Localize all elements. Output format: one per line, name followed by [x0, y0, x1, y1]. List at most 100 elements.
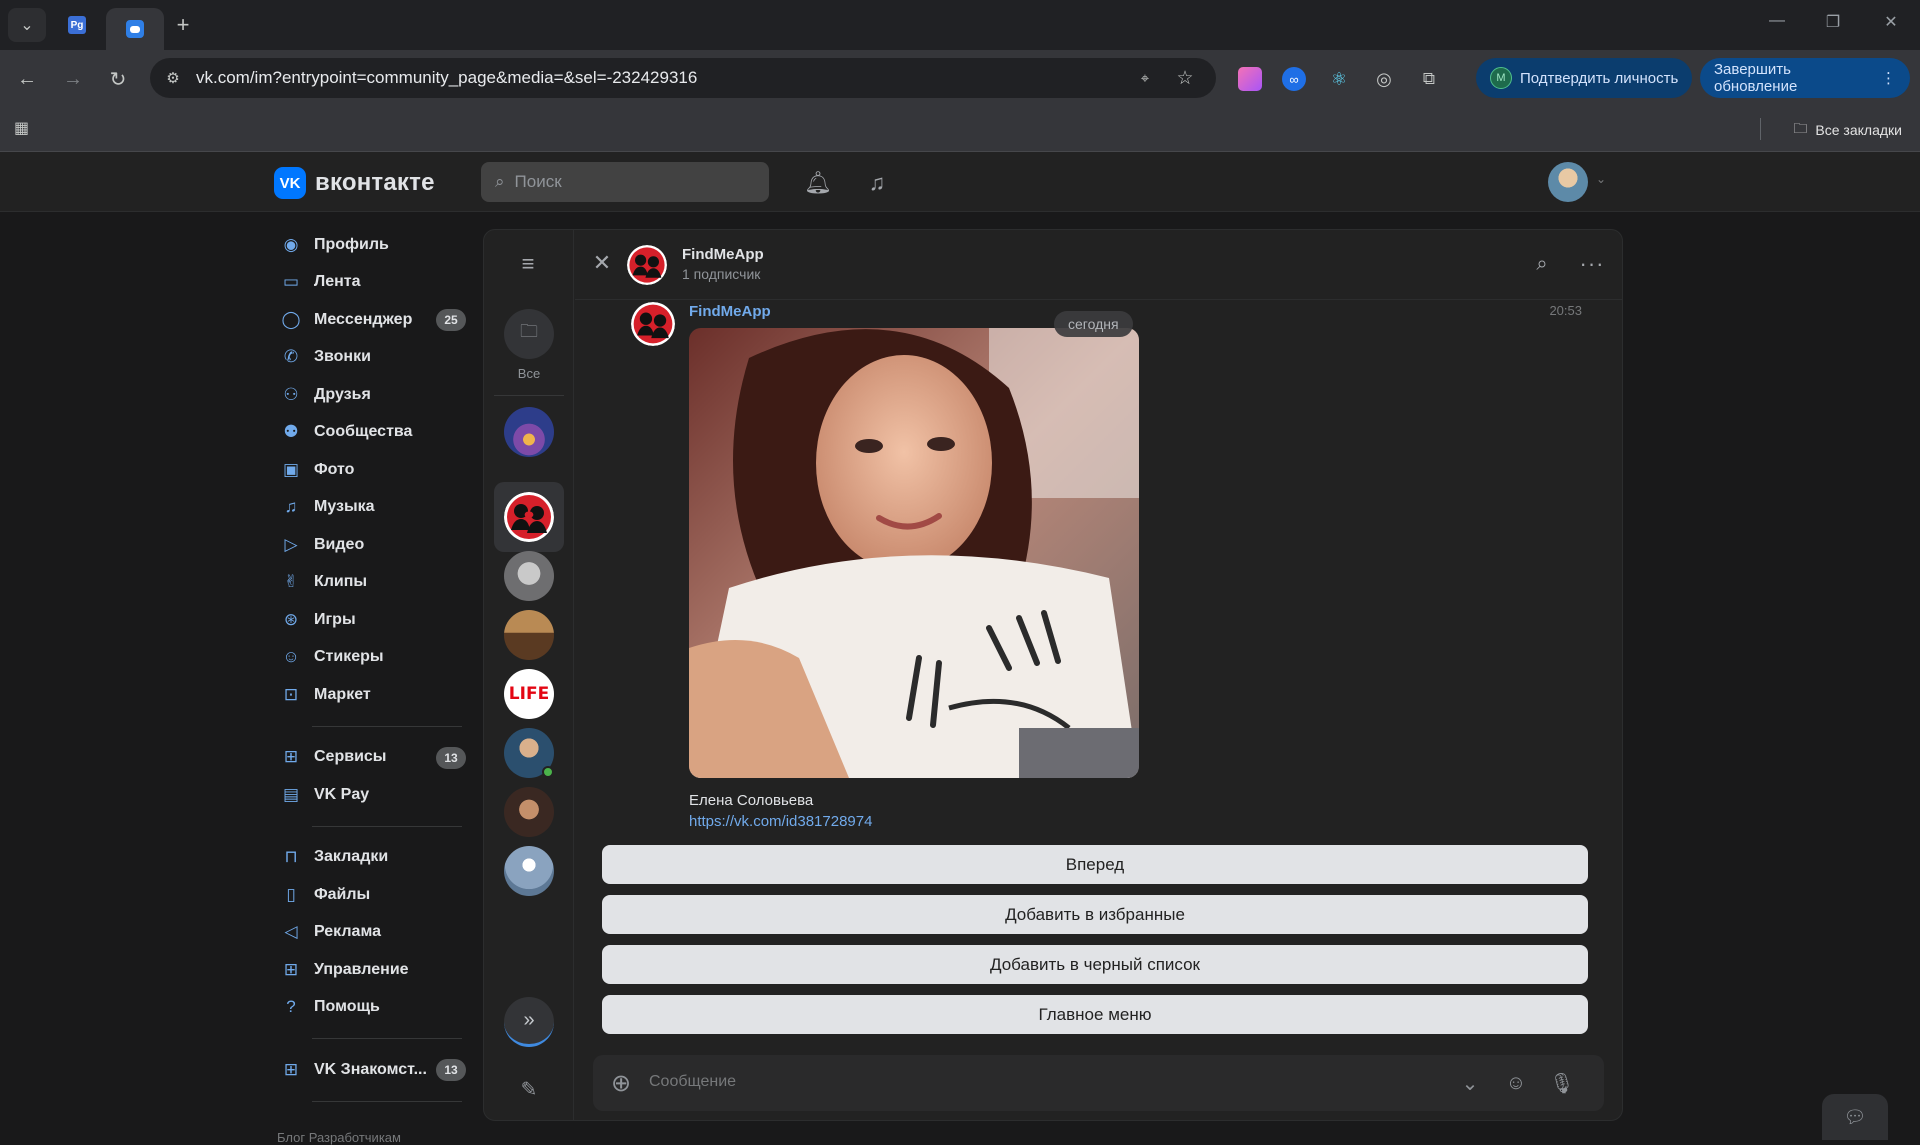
keyboard-button-main-menu[interactable]: Главное меню	[602, 995, 1588, 1034]
keyboard-button-forward[interactable]: Вперед	[602, 845, 1588, 884]
nav-item-clips[interactable]: ✌ Клипы	[272, 564, 468, 602]
close-window-button[interactable]: ✕	[1876, 12, 1906, 32]
nav-item-phone[interactable]: ✆ Звонки	[272, 339, 468, 377]
location-pin-icon[interactable]: ⌖	[1134, 67, 1156, 89]
nav-item-label: VK Знакомст...	[314, 1060, 427, 1078]
arrow-left-icon: ←	[17, 67, 37, 90]
verify-identity-button[interactable]: M Подтвердить личность	[1476, 58, 1693, 98]
nav-divider	[312, 825, 462, 827]
nav-item-video[interactable]: ▷ Видео	[272, 526, 468, 564]
user-avatar[interactable]	[1548, 162, 1588, 202]
tab-list-button[interactable]: ⌄	[8, 8, 46, 42]
microphone-icon[interactable]: 🎙︎	[1548, 1069, 1576, 1097]
keyboard-button-add-favorites[interactable]: Добавить в избранные	[602, 895, 1588, 934]
nav-item-services[interactable]: ⊞ Сервисы 13	[272, 739, 468, 777]
nav-item-friends[interactable]: ⚇ Друзья	[272, 376, 468, 414]
nav-item-manage[interactable]: ⊞ Управление	[272, 951, 468, 989]
message-author-name[interactable]: FindMeApp	[689, 303, 771, 320]
extension-infinity-icon[interactable]: ∞	[1282, 67, 1306, 91]
nav-item-messenger[interactable]: ◯ Мессенджер 25	[272, 301, 468, 339]
folder-all-button[interactable]: 🗀	[504, 309, 554, 359]
hide-keyboard-chevron-icon[interactable]: ⌄	[1456, 1069, 1484, 1097]
vk-logo[interactable]: VK вконтакте	[274, 167, 435, 199]
market-icon: ⊡	[283, 684, 299, 704]
conversation-avatar-default[interactable]	[504, 846, 554, 896]
nav-item-games[interactable]: ⊛ Игры	[272, 601, 468, 639]
conversation-avatar-findmeapp[interactable]	[504, 492, 554, 542]
address-bar[interactable]: ⚙ vk.com/im?entrypoint=community_page&me…	[150, 58, 1216, 98]
phone-icon: ✆	[283, 347, 299, 367]
nav-item-help[interactable]: ? Помощь	[272, 989, 468, 1027]
all-bookmarks-label: Все закладки	[1815, 122, 1902, 138]
emoji-icon[interactable]: ☺	[1502, 1069, 1530, 1097]
tab-pg[interactable]: Pg	[58, 8, 96, 42]
react-devtools-icon[interactable]: ⚛	[1327, 67, 1351, 91]
keyboard-button-add-blacklist[interactable]: Добавить в черный список	[602, 945, 1588, 984]
reload-button[interactable]: ↻	[103, 64, 133, 94]
site-settings-icon[interactable]: ⚙	[162, 67, 184, 89]
nav-item-music[interactable]: ♫ Музыка	[272, 489, 468, 527]
nav-item-files[interactable]: ▯ Файлы	[272, 876, 468, 914]
browser-toolbar: ← → ↻ ⚙ vk.com/im?entrypoint=community_p…	[0, 50, 1920, 106]
hamburger-menu-icon[interactable]: ≡	[514, 250, 542, 278]
online-indicator	[542, 766, 554, 778]
expand-conversations-button[interactable]: »	[504, 997, 554, 1047]
new-chat-icon[interactable]: ✎	[516, 1076, 542, 1102]
nav-item-app[interactable]: ⊞ VK Знакомст... 13	[272, 1051, 468, 1089]
chat-header: ✕ FindMeApp 1 подписчик ⌕ ···	[575, 230, 1622, 300]
new-tab-button[interactable]: +	[164, 8, 202, 42]
restore-button[interactable]: ❐	[1818, 12, 1848, 32]
search-placeholder: Поиск	[514, 172, 562, 191]
more-options-icon[interactable]: ···	[1578, 250, 1606, 278]
message-author-avatar[interactable]	[631, 302, 675, 346]
conversation-avatar-cat[interactable]	[504, 551, 554, 601]
nav-item-ads[interactable]: ◁ Реклама	[272, 914, 468, 952]
conversation-avatar-life[interactable]: LIFE	[504, 669, 554, 719]
back-button[interactable]: ←	[12, 64, 42, 94]
attach-plus-icon[interactable]: ⊕	[607, 1069, 635, 1097]
forward-button[interactable]: →	[58, 64, 88, 94]
extensions-puzzle-icon[interactable]: ⧉	[1417, 67, 1441, 91]
nav-item-market[interactable]: ⊡ Маркет	[272, 676, 468, 714]
conversation-avatar-room[interactable]	[504, 610, 554, 660]
tab-vk-messenger[interactable]	[106, 8, 164, 50]
minimize-button[interactable]: —	[1762, 12, 1792, 30]
close-chat-icon[interactable]: ✕	[589, 250, 615, 276]
chat-title[interactable]: FindMeApp	[682, 246, 764, 263]
nav-item-label: Музыка	[314, 498, 375, 516]
chevron-down-icon: ⌄	[20, 17, 34, 34]
star-icon[interactable]: ☆	[1174, 67, 1196, 89]
nav-item-profile[interactable]: ◉ Профиль	[272, 226, 468, 264]
nav-item-label: Лента	[314, 273, 361, 291]
all-bookmarks-button[interactable]: 🗀 Все закладки	[1793, 118, 1902, 142]
extension-gradient-icon[interactable]	[1238, 67, 1262, 91]
chevron-down-icon[interactable]: ⌄	[1596, 172, 1606, 186]
chat-subtitle: 1 подписчик	[682, 266, 761, 282]
nav-item-stickers[interactable]: ☺ Стикеры	[272, 639, 468, 677]
notifications-bell-icon[interactable]: 🔔︎	[803, 168, 833, 198]
verify-identity-label: Подтвердить личность	[1520, 69, 1679, 87]
nav-item-communities[interactable]: ⚉ Сообщества	[272, 414, 468, 452]
nav-item-photo[interactable]: ▣ Фото	[272, 451, 468, 489]
browser-tabstrip: ⌄ Pg + — ❐ ✕	[0, 0, 1920, 50]
address-url[interactable]: vk.com/im?entrypoint=community_page&medi…	[196, 68, 697, 88]
apps-grid-icon[interactable]: ▦	[14, 118, 36, 140]
message-input[interactable]: ⊕ Сообщение ⌄ ☺ 🎙︎	[593, 1055, 1604, 1111]
extension-target-icon[interactable]: ◎	[1372, 67, 1396, 91]
chat-header-avatar[interactable]	[627, 245, 667, 285]
chat-bubble-button[interactable]: 💬︎	[1822, 1094, 1888, 1140]
finish-update-button[interactable]: Завершить обновление ⋮	[1700, 58, 1910, 98]
nav-item-feed[interactable]: ▭ Лента	[272, 264, 468, 302]
caption-link[interactable]: https://vk.com/id381728974	[689, 813, 872, 830]
search-icon[interactable]: ⌕	[1528, 250, 1556, 278]
conversation-avatar-city[interactable]	[504, 407, 554, 457]
music-note-icon[interactable]: ♫	[862, 168, 892, 198]
count-badge: 13	[436, 746, 466, 769]
search-input[interactable]: ⌕ Поиск	[481, 162, 769, 202]
nav-item-vkpay[interactable]: ▤ VK Pay	[272, 776, 468, 814]
conversation-avatar-bearded[interactable]	[504, 787, 554, 837]
message-photo[interactable]	[689, 328, 1139, 778]
footer-links[interactable]: Блог Разработчикам	[277, 1130, 401, 1145]
life-logo-icon: LIFE	[508, 684, 550, 704]
nav-item-bookmarks[interactable]: ⊓ Закладки	[272, 839, 468, 877]
